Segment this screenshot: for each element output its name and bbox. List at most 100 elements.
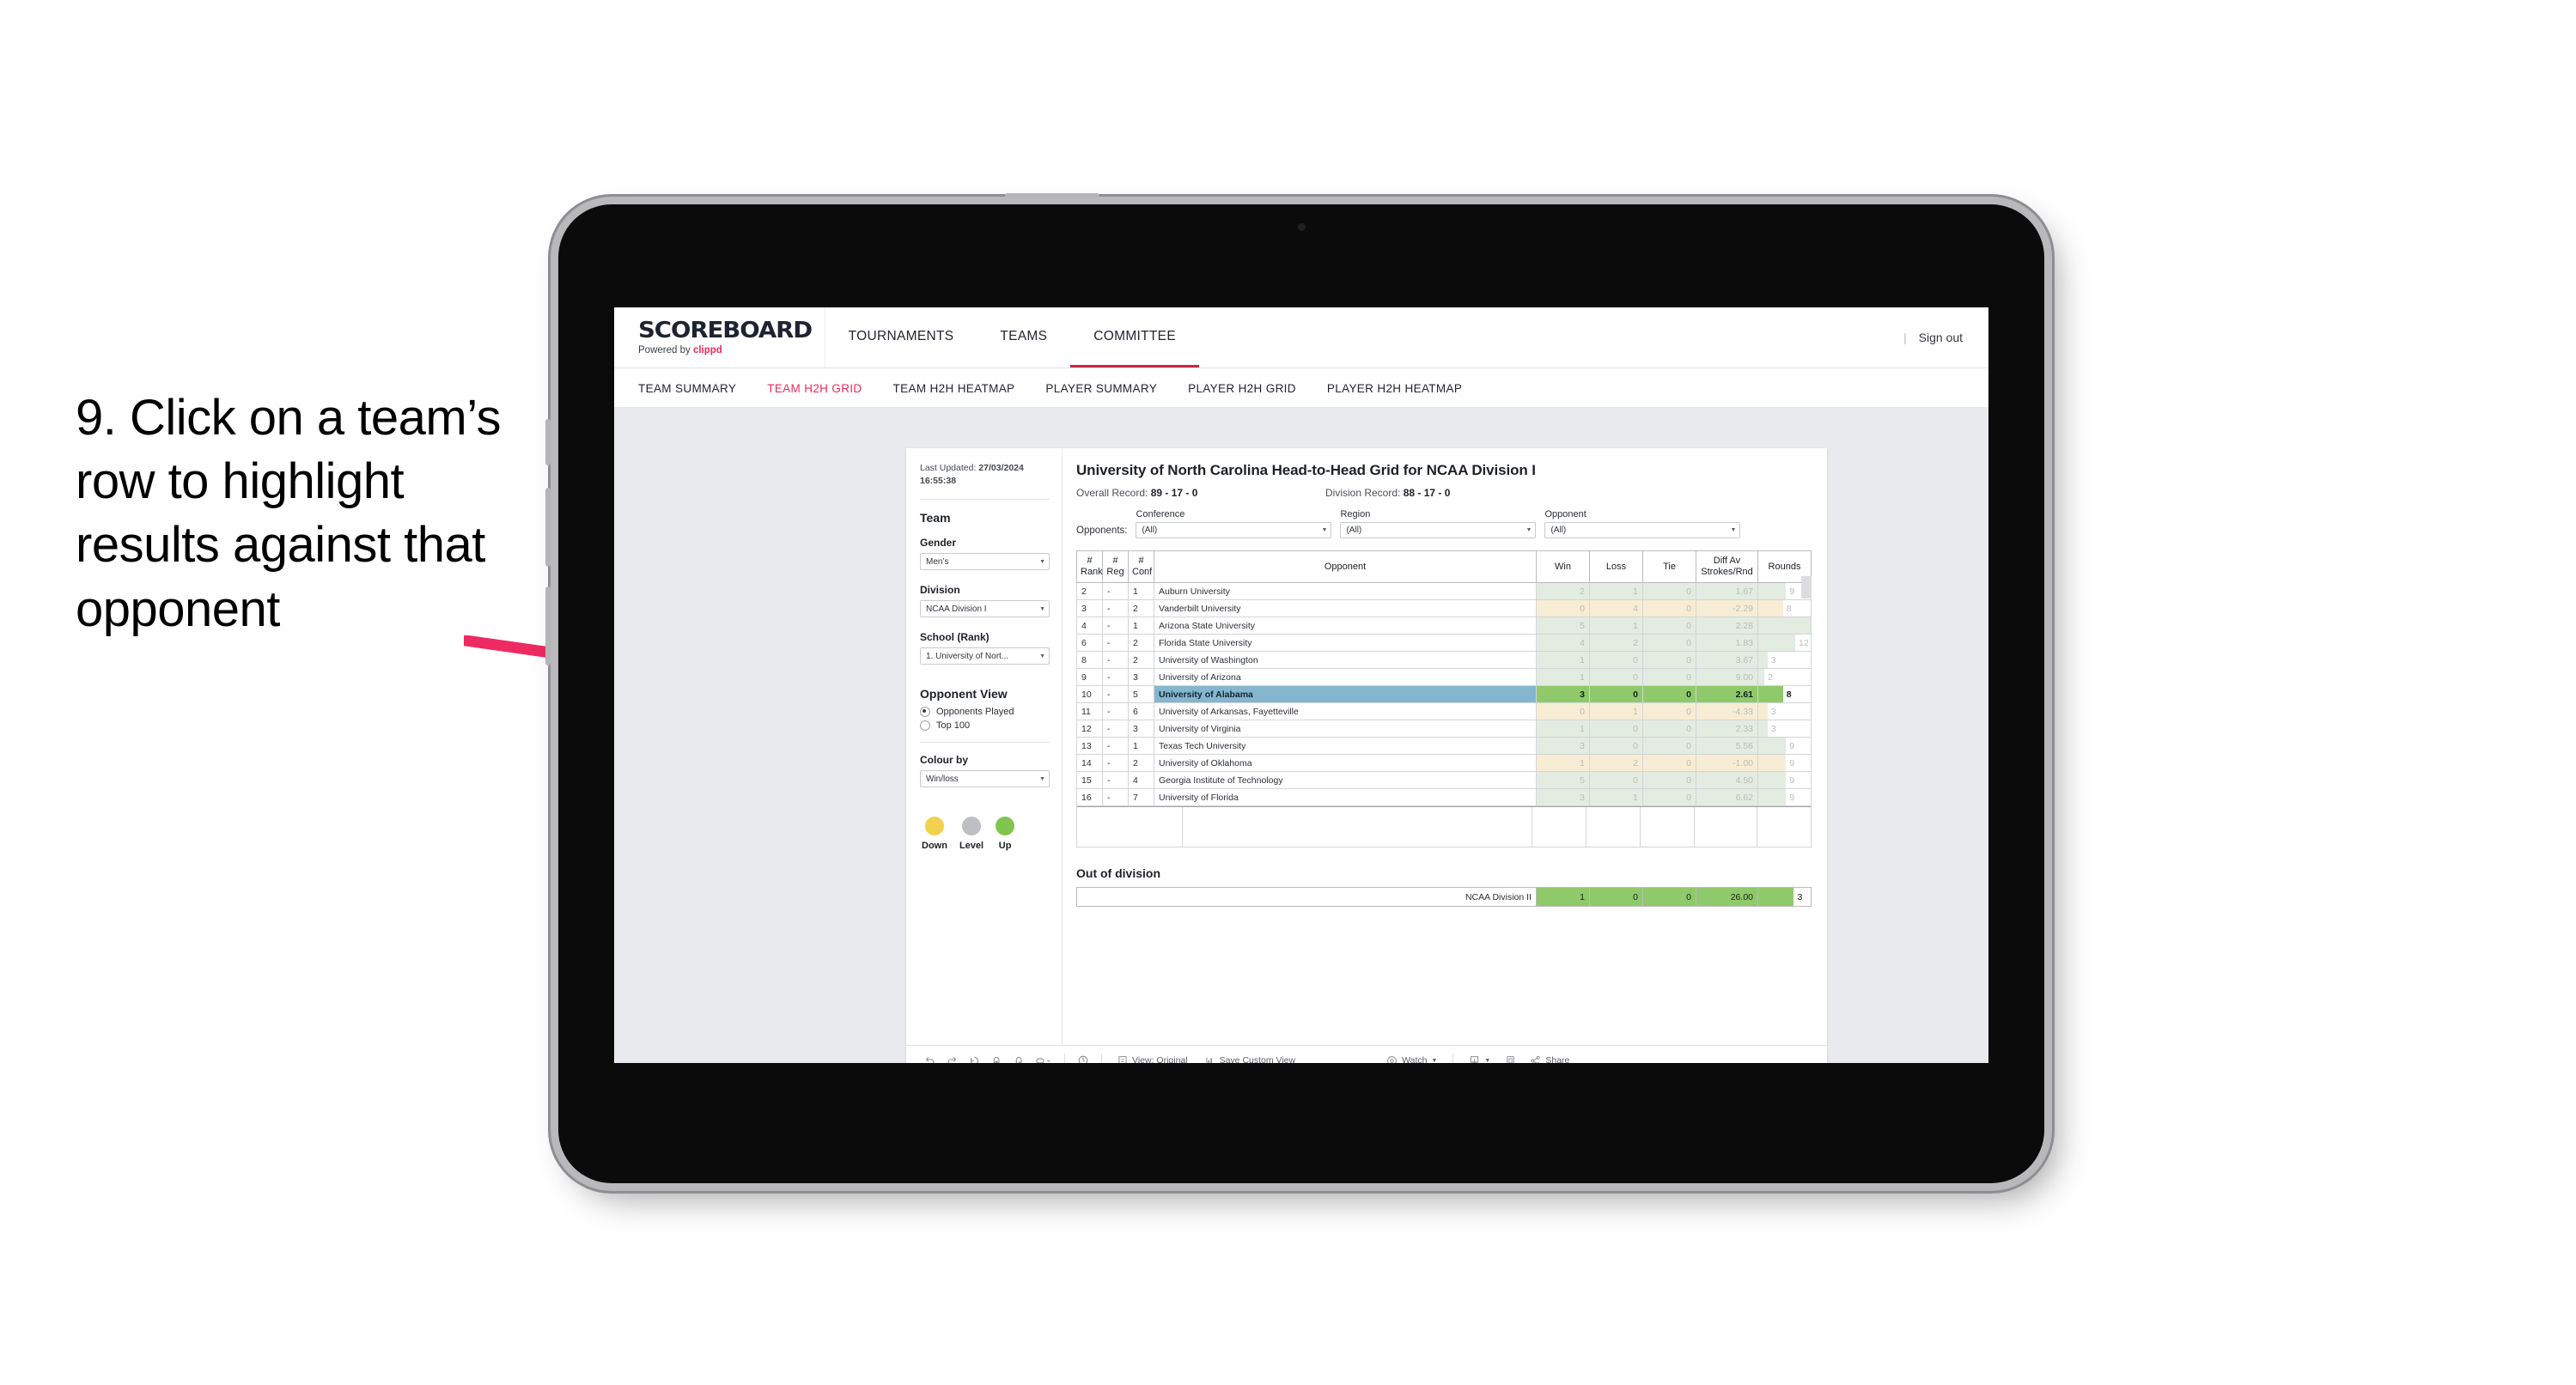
school-select[interactable]: 1. University of Nort... ▼: [920, 647, 1050, 665]
cell-win: 5: [1536, 617, 1590, 635]
table-row[interactable]: 13-1 Texas Tech University 3 0 0 5.56 9: [1076, 737, 1812, 756]
redo-icon[interactable]: [941, 1051, 963, 1063]
table-row[interactable]: 15-4 Georgia Institute of Technology 5 0 0 4.…: [1076, 771, 1812, 790]
cell-diff: 1.83: [1696, 634, 1758, 653]
pause-icon[interactable]: [1008, 1051, 1030, 1063]
clear-filters-icon[interactable]: [1072, 1051, 1094, 1063]
rounds-value: 9: [1789, 740, 1795, 751]
cell-rounds: 8: [1757, 599, 1812, 618]
table-row[interactable]: 8-2 University of Washington 1 0 0 3.67 3: [1076, 651, 1812, 670]
logo-tagline: Powered by clippd: [638, 345, 802, 355]
out-of-division-row[interactable]: NCAA Division II 1 0 0 26.00 3: [1076, 887, 1812, 908]
rounds-value: 9: [1789, 775, 1795, 786]
cell-reg: -: [1102, 599, 1129, 618]
app-logo[interactable]: SCOREBOARD Powered by clippd: [614, 307, 825, 368]
opponent-select[interactable]: (All) ▼: [1544, 522, 1741, 538]
highlight-icon[interactable]: [1030, 1051, 1057, 1063]
undo-icon[interactable]: [918, 1051, 941, 1063]
col-diff-line2: Strokes/Rnd: [1701, 567, 1753, 578]
table-row[interactable]: 14-2 University of Oklahoma 1 2 0 -1.00 9: [1076, 754, 1812, 773]
cell-loss: 0: [1589, 651, 1643, 670]
sign-out-link[interactable]: Sign out: [1919, 331, 1963, 344]
table-row[interactable]: 3-2 Vanderbilt University 0 4 0 -2.29 8: [1076, 599, 1812, 618]
view-original-button[interactable]: View: Original: [1109, 1055, 1197, 1063]
chevron-down-icon: ▼: [1039, 558, 1045, 565]
cell-loss: 4: [1589, 599, 1643, 618]
save-custom-view-button[interactable]: Save Custom View: [1197, 1055, 1305, 1063]
cell-rank: 13: [1076, 737, 1103, 756]
share-button[interactable]: Share: [1521, 1055, 1578, 1063]
cell-loss: 1: [1589, 582, 1643, 601]
tab-team-h2h-heatmap[interactable]: TEAM H2H HEATMAP: [893, 382, 1034, 395]
volume-up-button[interactable]: [545, 488, 551, 567]
rounds-bar: [1758, 617, 1811, 634]
table-row[interactable]: 4-1Arizona State University5102.2817: [1076, 617, 1812, 635]
sidebar-divider-1: [920, 499, 1050, 501]
cell-opponent: University of Virginia: [1154, 720, 1537, 738]
ood-tie: 0: [1642, 887, 1696, 908]
refresh-icon[interactable]: [985, 1051, 1008, 1063]
radio-opponents-played[interactable]: Opponents Played: [920, 707, 1050, 718]
region-select[interactable]: (All) ▼: [1340, 522, 1537, 538]
table-row[interactable]: 10-5 University of Alabama 3 0 0 2.61 8: [1076, 685, 1812, 704]
side-button-1[interactable]: [545, 419, 551, 465]
tab-player-summary[interactable]: PLAYER SUMMARY: [1045, 382, 1176, 395]
rounds-bar: [1758, 755, 1787, 771]
colour-legend: Down Level Up: [920, 817, 1050, 851]
cell-reg: -: [1102, 737, 1129, 756]
nav-item-teams[interactable]: TEAMS: [977, 307, 1070, 368]
revert-icon[interactable]: [963, 1051, 985, 1063]
gender-select[interactable]: Men’s ▼: [920, 553, 1050, 571]
cell-conf: 2: [1128, 634, 1154, 653]
cell-conf: 2: [1128, 754, 1154, 773]
legend-label-down: Down: [922, 841, 947, 852]
tab-player-h2h-heatmap[interactable]: PLAYER H2H HEATMAP: [1327, 382, 1481, 395]
table-row[interactable]: 6-2 Florida State University 4 2 0 1.83 12: [1076, 634, 1812, 653]
rounds-bar: [1758, 600, 1783, 617]
cell-loss: 0: [1589, 668, 1643, 687]
power-button[interactable]: [1005, 193, 1099, 198]
tab-team-h2h-grid[interactable]: TEAM H2H GRID: [767, 382, 880, 395]
nav-item-tournaments[interactable]: TOURNAMENTS: [825, 307, 977, 368]
table-row[interactable]: 16-7 University of Florida 3 1 0 6.62 9: [1076, 788, 1812, 807]
tab-team-summary[interactable]: TEAM SUMMARY: [638, 382, 755, 395]
volume-down-button[interactable]: [545, 586, 551, 665]
division-select[interactable]: NCAA Division I ▼: [920, 600, 1050, 618]
col-conf-line2: Conf: [1132, 567, 1153, 578]
table-row[interactable]: 11-6 University of Arkansas, Fayetteville…: [1076, 702, 1812, 721]
cell-rank: 10: [1076, 685, 1103, 704]
cell-opponent: University of Washington: [1154, 651, 1537, 670]
col-rank-line1: #: [1087, 556, 1093, 566]
header-separator: |: [1903, 331, 1907, 344]
legend-up: Up: [996, 817, 1015, 851]
conference-select[interactable]: (All) ▼: [1136, 522, 1332, 538]
cell-opponent: University of Arkansas, Fayetteville: [1154, 702, 1537, 721]
colour-by-select[interactable]: Win/loss ▼: [920, 770, 1050, 788]
watch-button[interactable]: Watch ▼: [1378, 1055, 1446, 1063]
table-body: 2-1 Auburn University 2 1 0 1.67 9 3-2 Vanderbil…: [1076, 582, 1812, 807]
fullscreen-icon[interactable]: [1499, 1051, 1521, 1063]
nav-item-committee[interactable]: COMMITTEE: [1070, 307, 1199, 368]
tab-player-h2h-grid[interactable]: PLAYER H2H GRID: [1188, 382, 1315, 395]
rounds-value: 9: [1789, 586, 1795, 597]
chevron-down-icon: ▼: [1039, 653, 1045, 659]
cell-conf: 5: [1128, 685, 1154, 704]
download-button[interactable]: ▼: [1460, 1055, 1499, 1063]
radio-top-100[interactable]: Top 100: [920, 720, 1050, 732]
table-row[interactable]: 9-3 University of Arizona 1 0 0 9.00 2: [1076, 668, 1812, 687]
table-row[interactable]: 12-3 University of Virginia 1 0 0 2.33 3: [1076, 720, 1812, 738]
cell-loss: 1: [1589, 702, 1643, 721]
legend-label-level: Level: [959, 841, 984, 852]
division-record-value: 88 - 17 - 0: [1403, 487, 1451, 499]
rounds-bar: [1758, 652, 1768, 668]
cell-diff: -2.29: [1696, 599, 1758, 618]
radio-top-100-label: Top 100: [936, 720, 971, 732]
cell-conf: 1: [1128, 617, 1154, 635]
chevron-down-icon: ▼: [1526, 527, 1532, 533]
table-row[interactable]: 2-1 Auburn University 2 1 0 1.67 9: [1076, 582, 1812, 601]
table-scrollbar[interactable]: [1801, 576, 1812, 598]
header-row: # Rank # Reg # Conf Opponent Win Loss Tie D…: [1076, 550, 1812, 584]
gender-label: Gender: [920, 537, 957, 550]
chevron-down-icon: ▼: [1039, 605, 1045, 612]
rounds-value: 2: [1768, 671, 1774, 683]
